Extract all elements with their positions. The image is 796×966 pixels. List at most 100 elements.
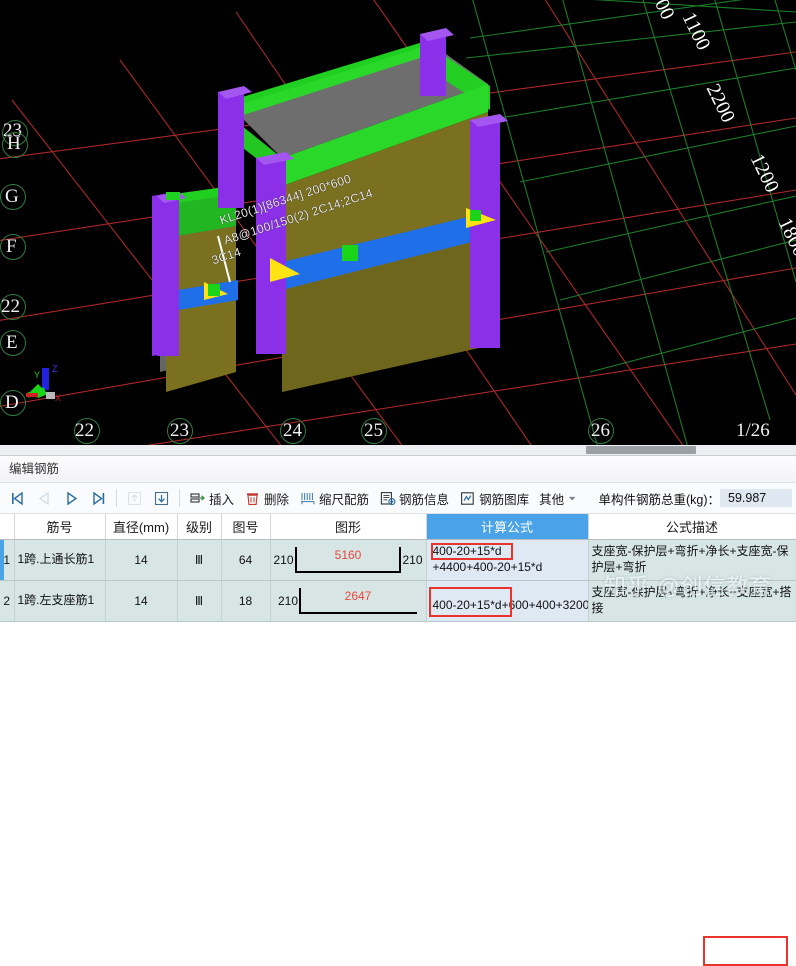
delete-label: 删除	[264, 492, 290, 507]
trash-icon	[247, 492, 259, 505]
insert-icon	[190, 492, 205, 503]
table-row[interactable]: 1 1跨.上通长筋1 14 Ⅲ 64 210 5160 210 400-20+1…	[0, 539, 796, 581]
shape-diagram: 5160	[294, 546, 402, 573]
insert-button[interactable]: 插入	[184, 485, 239, 511]
move-down-button[interactable]	[148, 485, 175, 511]
cell-rib-no[interactable]: 1跨.上通长筋1	[14, 539, 106, 581]
marker-square-mid	[342, 245, 358, 261]
shape-main-length: 5160	[334, 547, 362, 562]
last-record-icon	[93, 491, 105, 505]
svg-text:X: X	[55, 393, 61, 403]
total-weight-value: 59.987	[720, 489, 792, 507]
scale-rebar-label: 缩尺配筋	[319, 492, 370, 507]
cell-drawing-no[interactable]: 18	[221, 580, 271, 622]
rebar-info-label: 钢筋信息	[399, 492, 450, 507]
viewport-horizontal-scrollbar[interactable]	[0, 445, 796, 455]
column-header-formula[interactable]: 计算公式	[426, 514, 589, 540]
column-header-drawing-no[interactable]: 图号	[221, 514, 271, 540]
row-index: 2	[3, 593, 11, 608]
rebar-toolbar: 插入 删除 缩尺配筋 钢筋信息 钢筋图库 其他 单构件钢筋总重(kg)： 59.…	[0, 483, 796, 514]
rebar-library-label: 钢筋图库	[479, 492, 530, 507]
shape-right-length: 210	[402, 552, 423, 567]
shape-main-length: 2647	[344, 588, 372, 603]
cell-diameter[interactable]: 14	[105, 539, 178, 581]
total-weight-highlight-box	[703, 936, 788, 966]
cell-shape[interactable]: 210 5160 210	[270, 539, 427, 581]
row-selection-bar	[0, 539, 4, 579]
axis-label-G: G	[5, 186, 19, 207]
other-menu-button[interactable]: 其他	[534, 485, 583, 511]
row-indicator[interactable]: 1	[0, 539, 15, 581]
next-record-button[interactable]	[58, 485, 85, 511]
rebar-info-icon	[380, 491, 396, 505]
next-record-icon	[67, 491, 78, 505]
axis-label-25: 25	[364, 420, 383, 441]
rebar-library-icon	[461, 491, 474, 505]
column-header-description[interactable]: 公式描述	[588, 514, 796, 540]
rebar-table[interactable]: 筋号 直径(mm) 级别 图号 图形 计算公式 公式描述 1 1跨.上通长筋1 …	[0, 514, 796, 622]
cell-description[interactable]: 支座宽-保护层+弯折+净长+支座宽-保护层+弯折	[588, 539, 796, 581]
cell-formula[interactable]: 400-20+15*d+600+400+3200/3	[426, 580, 589, 622]
previous-record-icon	[38, 491, 49, 505]
cell-formula[interactable]: 400-20+15*d +4400+400-20+15*d	[426, 539, 589, 581]
axis-label-F: F	[6, 236, 17, 257]
svg-text:Y: Y	[34, 370, 40, 380]
move-up-button[interactable]	[121, 485, 148, 511]
first-record-button[interactable]	[4, 485, 31, 511]
axis-label-26: 26	[591, 420, 610, 441]
column-header-shape[interactable]: 图形	[270, 514, 427, 540]
axis-label-22-left: 22	[1, 296, 20, 317]
toolbar-separator-2	[179, 489, 180, 507]
shape-diagram: 2647	[299, 587, 418, 614]
cell-shape[interactable]: 210 2647	[270, 580, 427, 622]
previous-record-button[interactable]	[31, 485, 58, 511]
formula-line-1: 400-20+15*d+600+400+3200/3	[432, 597, 588, 612]
axis-label-1-26: 1/26	[736, 420, 770, 441]
toolbar-separator-1	[116, 489, 117, 507]
table-row[interactable]: 2 1跨.左支座筋1 14 Ⅲ 18 210 2647 400-20+15*d+…	[0, 580, 796, 622]
shape-left-length: 210	[273, 552, 294, 567]
svg-text:Z: Z	[52, 364, 58, 374]
axis-label-22-bottom: 22	[75, 420, 94, 441]
shape-left-length: 210	[277, 593, 299, 608]
formula-line-2: +4400+400-20+15*d	[432, 559, 543, 574]
cell-grade[interactable]: Ⅲ	[177, 580, 222, 622]
row-index: 1	[3, 552, 11, 567]
3d-scene	[0, 0, 796, 455]
column-header-grade[interactable]: 级别	[177, 514, 222, 540]
last-record-button[interactable]	[85, 485, 112, 511]
row-indicator[interactable]: 2	[0, 580, 15, 622]
insert-label: 插入	[209, 492, 235, 507]
axis-label-E: E	[6, 332, 18, 353]
axis-label-D: D	[5, 392, 19, 413]
3d-viewport[interactable]: KL20(1)[86344] 200*600 A8@100/150(2) 2C1…	[0, 0, 796, 455]
table-header-row: 筋号 直径(mm) 级别 图号 图形 计算公式 公式描述	[0, 514, 796, 540]
column-header-diameter[interactable]: 直径(mm)	[105, 514, 178, 540]
axis-label-H: H	[7, 133, 21, 154]
scale-rebar-button[interactable]: 缩尺配筋	[294, 485, 374, 511]
column-header-rib-no[interactable]: 筋号	[14, 514, 106, 540]
panel-title: 编辑钢筋	[0, 456, 796, 483]
cell-diameter[interactable]: 14	[105, 580, 178, 622]
scale-rebar-icon	[301, 492, 315, 504]
edit-rebar-panel: 编辑钢筋 插入 删除 缩尺配筋 钢筋信息 钢筋图库 其他 单构件钢筋总重(kg)…	[0, 455, 796, 966]
row-indicator-header	[0, 514, 15, 540]
total-weight-area: 单构件钢筋总重(kg)： 59.987	[598, 489, 796, 508]
formula-line-1: 400-20+15*d	[432, 543, 502, 558]
rebar-library-button[interactable]: 钢筋图库	[454, 485, 534, 511]
arrow-up-icon	[127, 491, 142, 505]
total-weight-label: 单构件钢筋总重(kg)：	[598, 492, 720, 507]
arrow-down-icon	[154, 491, 169, 505]
rebar-info-button[interactable]: 钢筋信息	[374, 485, 454, 511]
axis-label-23-bottom: 23	[170, 420, 189, 441]
other-label: 其他	[539, 492, 565, 507]
scrollbar-thumb[interactable]	[586, 446, 696, 454]
delete-button[interactable]: 删除	[239, 485, 294, 511]
cell-grade[interactable]: Ⅲ	[177, 539, 222, 581]
cell-rib-no[interactable]: 1跨.左支座筋1	[14, 580, 106, 622]
first-record-icon	[12, 491, 23, 505]
cell-description[interactable]: 支座宽-保护层+弯折+净长+支座宽+搭接	[588, 580, 796, 622]
axis-label-24: 24	[283, 420, 302, 441]
ucs-axis-indicator: Y Z X	[26, 364, 61, 403]
cell-drawing-no[interactable]: 64	[221, 539, 271, 581]
